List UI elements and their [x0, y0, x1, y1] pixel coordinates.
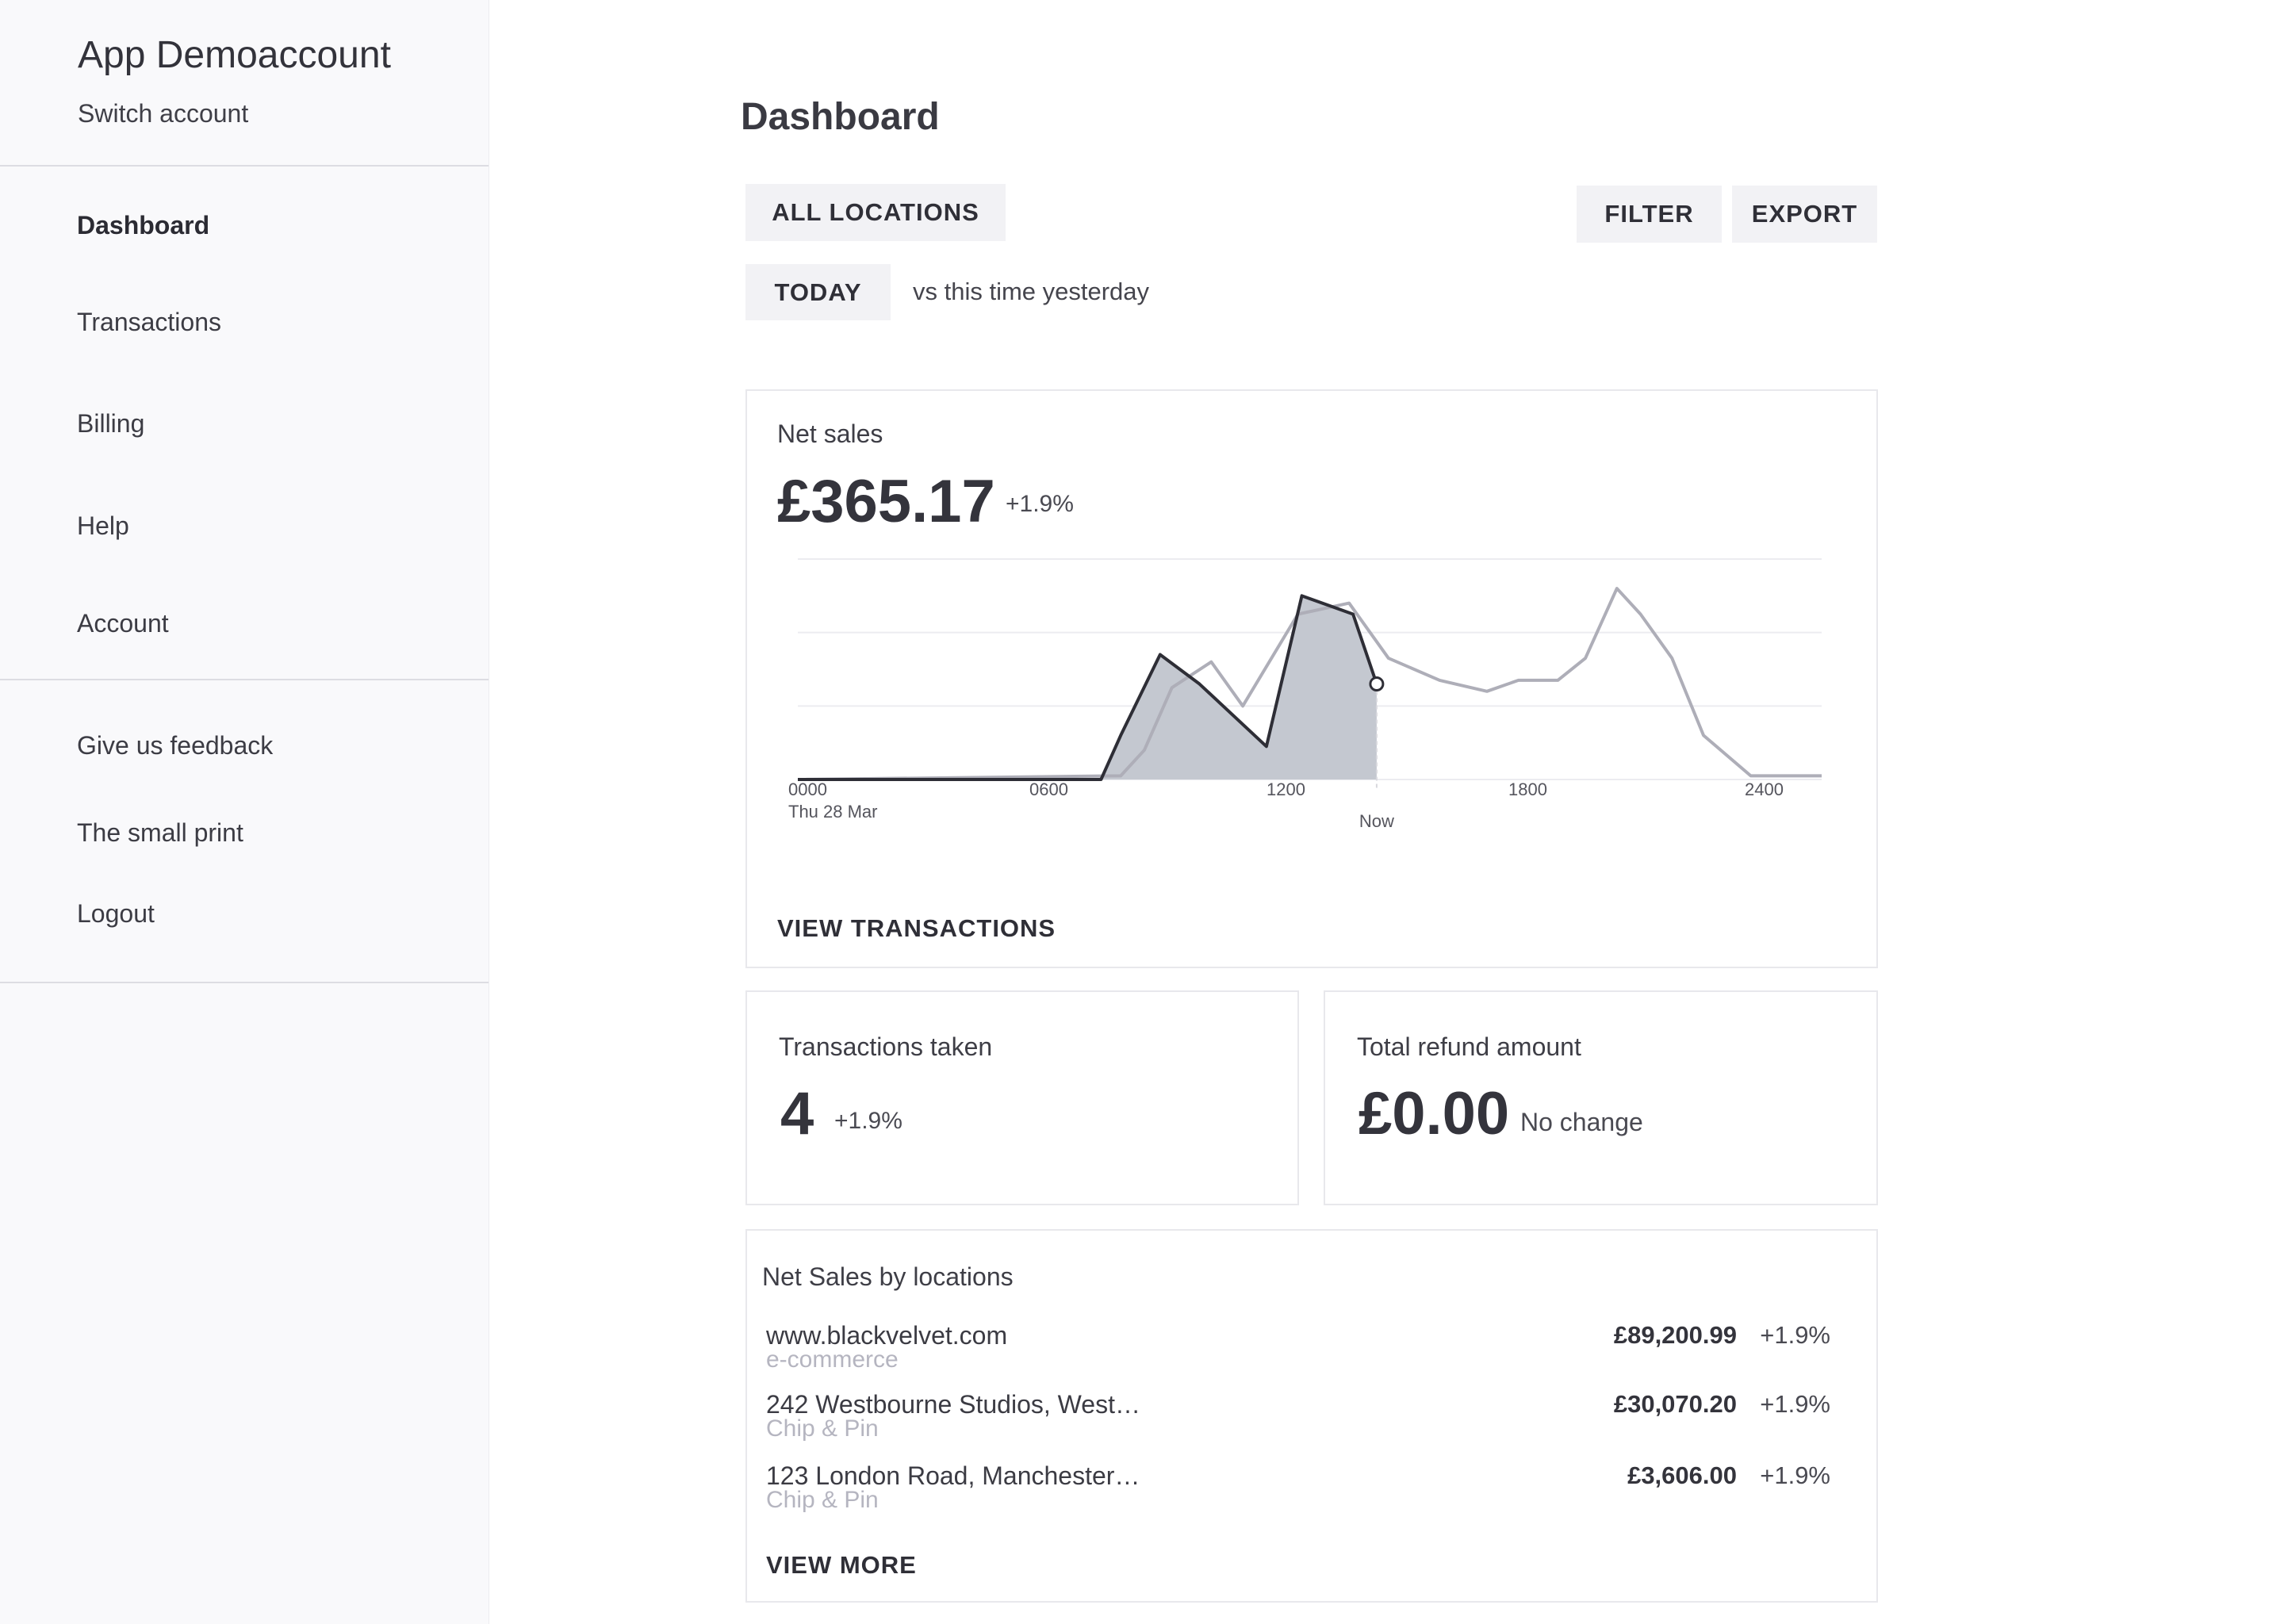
- x-tick-label: 1800: [1508, 779, 1547, 799]
- nav-item-logout[interactable]: Logout: [77, 899, 155, 929]
- today-button[interactable]: TODAY: [745, 264, 891, 320]
- compare-text: vs this time yesterday: [913, 278, 1150, 305]
- transactions-label: Transactions taken: [779, 1032, 993, 1061]
- refund-label: Total refund amount: [1357, 1032, 1581, 1061]
- location-delta: +1.9%: [1760, 1321, 1830, 1349]
- locations-card: Net Sales by locations www.blackvelvet.c…: [745, 1229, 1878, 1603]
- x-tick-label: 0000: [788, 779, 827, 799]
- account-block: App Demoaccount Switch account: [0, 0, 489, 167]
- location-amount: £89,200.99: [1613, 1321, 1737, 1349]
- today-sales-area: [798, 596, 1377, 779]
- transactions-delta: +1.9%: [834, 1108, 902, 1134]
- locations-title: Net Sales by locations: [762, 1262, 1014, 1291]
- net-sales-value: £365.17: [777, 468, 995, 535]
- nav-item-help[interactable]: Help: [77, 511, 129, 541]
- now-label: Now: [1359, 811, 1394, 831]
- location-type: Chip & Pin: [766, 1487, 879, 1513]
- location-type: Chip & Pin: [766, 1415, 879, 1442]
- location-row[interactable]: www.blackvelvet.com e-commerce £89,200.9…: [747, 1321, 1876, 1385]
- location-delta: +1.9%: [1760, 1390, 1830, 1418]
- view-transactions-link[interactable]: VIEW TRANSACTIONS: [777, 914, 1056, 943]
- net-sales-label: Net sales: [777, 419, 883, 448]
- export-button[interactable]: EXPORT: [1732, 186, 1877, 243]
- nav-item-feedback[interactable]: Give us feedback: [77, 731, 273, 760]
- refund-card: Total refund amount £0.00 No change: [1324, 990, 1878, 1205]
- x-date-label: Thu 28 Mar: [788, 802, 878, 822]
- view-more-link[interactable]: VIEW MORE: [766, 1551, 917, 1580]
- transactions-card: Transactions taken 4 +1.9%: [745, 990, 1299, 1205]
- net-sales-chart: 0000 0600 1200 1800 2400 Thu 28 Mar Now: [788, 558, 1822, 831]
- refund-delta: No change: [1520, 1108, 1643, 1136]
- sidebar: App Demoaccount Switch account Dashboard…: [0, 0, 489, 1624]
- net-sales-card: Net sales £365.17 +1.9% 0000 0600 1200 1800…: [745, 389, 1878, 968]
- current-point-marker: [1369, 676, 1385, 692]
- all-locations-button[interactable]: ALL LOCATIONS: [745, 184, 1006, 241]
- page-title: Dashboard: [741, 96, 940, 138]
- transactions-value: 4: [780, 1080, 814, 1147]
- secondary-nav: Give us feedback The small print Logout: [0, 680, 489, 983]
- location-type: e-commerce: [766, 1346, 899, 1373]
- location-amount: £30,070.20: [1613, 1390, 1737, 1418]
- refund-value: £0.00: [1359, 1080, 1510, 1147]
- location-delta: +1.9%: [1760, 1461, 1830, 1489]
- location-amount: £3,606.00: [1627, 1461, 1737, 1489]
- nav-item-small-print[interactable]: The small print: [77, 818, 243, 848]
- account-name: App Demoaccount: [78, 34, 391, 76]
- x-tick-label: 0600: [1029, 779, 1068, 799]
- main-nav: Dashboard Transactions Billing Help Acco…: [0, 167, 489, 680]
- nav-item-dashboard[interactable]: Dashboard: [77, 211, 209, 240]
- nav-item-account[interactable]: Account: [77, 609, 169, 638]
- x-tick-label: 1200: [1267, 779, 1305, 799]
- switch-account-link[interactable]: Switch account: [78, 99, 489, 128]
- net-sales-delta: +1.9%: [1006, 491, 1074, 517]
- filter-button[interactable]: FILTER: [1577, 186, 1722, 243]
- nav-item-transactions[interactable]: Transactions: [77, 308, 221, 337]
- location-row[interactable]: 242 Westbourne Studios, West… Chip & Pin…: [747, 1390, 1876, 1454]
- nav-item-billing[interactable]: Billing: [77, 409, 144, 439]
- x-tick-label: 2400: [1745, 779, 1784, 799]
- location-row[interactable]: 123 London Road, Manchester… Chip & Pin …: [747, 1461, 1876, 1525]
